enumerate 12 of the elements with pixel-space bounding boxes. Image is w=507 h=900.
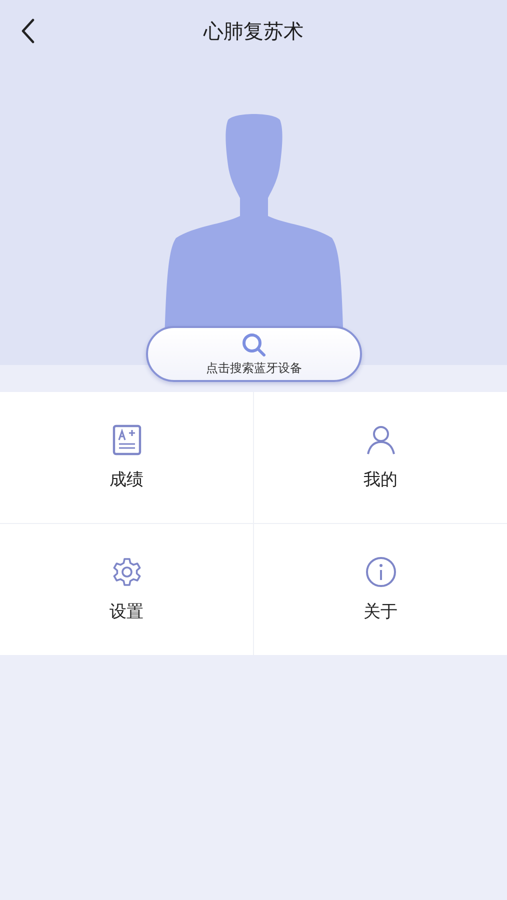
- menu-tile[interactable]: 关于: [254, 524, 507, 655]
- info-icon: [364, 556, 396, 588]
- settings-icon: [110, 556, 142, 588]
- search-icon: [241, 332, 267, 358]
- page-title: 心肺复苏术: [204, 18, 304, 44]
- back-icon: [20, 18, 36, 44]
- menu-tile[interactable]: 设置: [0, 524, 253, 655]
- user-icon: [364, 424, 396, 456]
- search-bluetooth-button[interactable]: 点击搜索蓝牙设备: [146, 326, 362, 382]
- menu-tile[interactable]: 成绩: [0, 392, 253, 523]
- menu-tile[interactable]: 我的: [254, 392, 507, 523]
- document-icon: [110, 424, 142, 456]
